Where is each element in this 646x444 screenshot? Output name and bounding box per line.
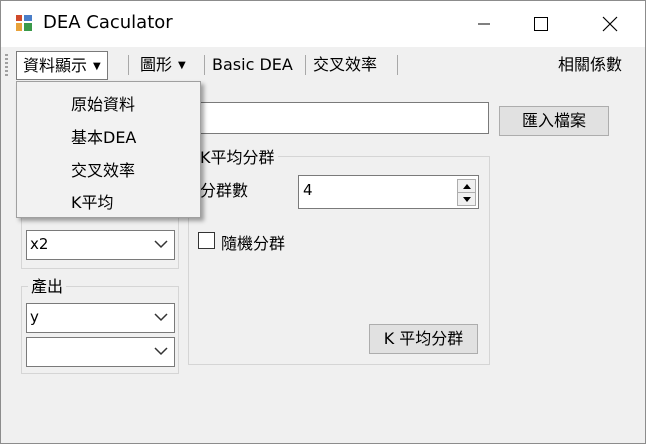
stepper-down-button[interactable] [457,192,476,206]
cluster-count-stepper[interactable]: 4 [298,175,479,209]
file-path-input[interactable] [197,102,489,134]
menu-basic-dea[interactable]: Basic DEA [206,51,299,78]
menu-cross-efficiency[interactable]: 交叉效率 [307,51,383,78]
output-combo-y[interactable]: y [26,303,175,333]
chevron-up-icon [462,183,471,189]
import-file-button[interactable]: 匯入檔案 [499,106,609,136]
minimize-icon [478,23,490,25]
kmeans-run-button[interactable]: K 平均分群 [369,324,478,354]
maximize-button[interactable] [518,1,564,47]
close-icon [602,16,618,32]
maximize-icon [534,17,548,31]
app-window: DEA Caculator 資料顯示 ▼ 圖形 ▼ Basic DEA 交叉效率 相… [0,0,646,444]
output-combo-value: y [30,308,39,326]
cluster-count-value: 4 [303,181,313,199]
app-icon [16,15,32,31]
dropdown-item-kmeans[interactable]: K平均 [71,189,114,213]
dropdown-item-basic-dea[interactable]: 基本DEA [71,124,136,148]
chevron-down-icon [462,196,471,202]
random-cluster-checkbox[interactable] [198,232,215,249]
input-combo-x2[interactable]: x2 [26,230,175,260]
menu-data-view[interactable]: 資料顯示 ▼ [16,51,108,80]
dropdown-item-cross-efficiency[interactable]: 交叉效率 [71,157,135,181]
menu-correlation[interactable]: 相關係數 [552,51,628,78]
dropdown-caret-icon: ▼ [93,61,101,72]
menu-separator [397,55,398,75]
dropdown-caret-icon: ▼ [178,60,186,71]
minimize-button[interactable] [461,1,507,47]
kmeans-group-label: K平均分群 [197,144,278,168]
menu-bar: 資料顯示 ▼ 圖形 ▼ Basic DEA 交叉效率 相關係數 [1,48,645,82]
data-view-dropdown: 原始資料 基本DEA 交叉效率 K平均 [16,81,201,218]
input-combo-value: x2 [30,235,49,253]
title-bar: DEA Caculator [1,1,645,47]
menu-separator [305,55,306,75]
stepper-up-button[interactable] [457,179,476,193]
chevron-down-icon [154,240,168,249]
menu-separator [128,55,129,75]
chevron-down-icon [154,313,168,322]
random-cluster-label: 隨機分群 [221,234,286,253]
chevron-down-icon [154,347,168,356]
toolbar-grip[interactable] [5,54,8,76]
close-button[interactable] [587,1,633,47]
menu-chart-label: 圖形 [140,55,173,74]
dropdown-item-raw-data[interactable]: 原始資料 [71,91,135,115]
cluster-count-label: 分群數 [200,181,249,200]
output-group-label: 產出 [28,273,67,297]
menu-data-view-label: 資料顯示 [23,56,88,75]
output-combo-empty[interactable] [26,337,175,367]
menu-chart[interactable]: 圖形 ▼ [134,51,192,78]
menu-separator [204,55,205,75]
window-title: DEA Caculator [43,12,173,33]
